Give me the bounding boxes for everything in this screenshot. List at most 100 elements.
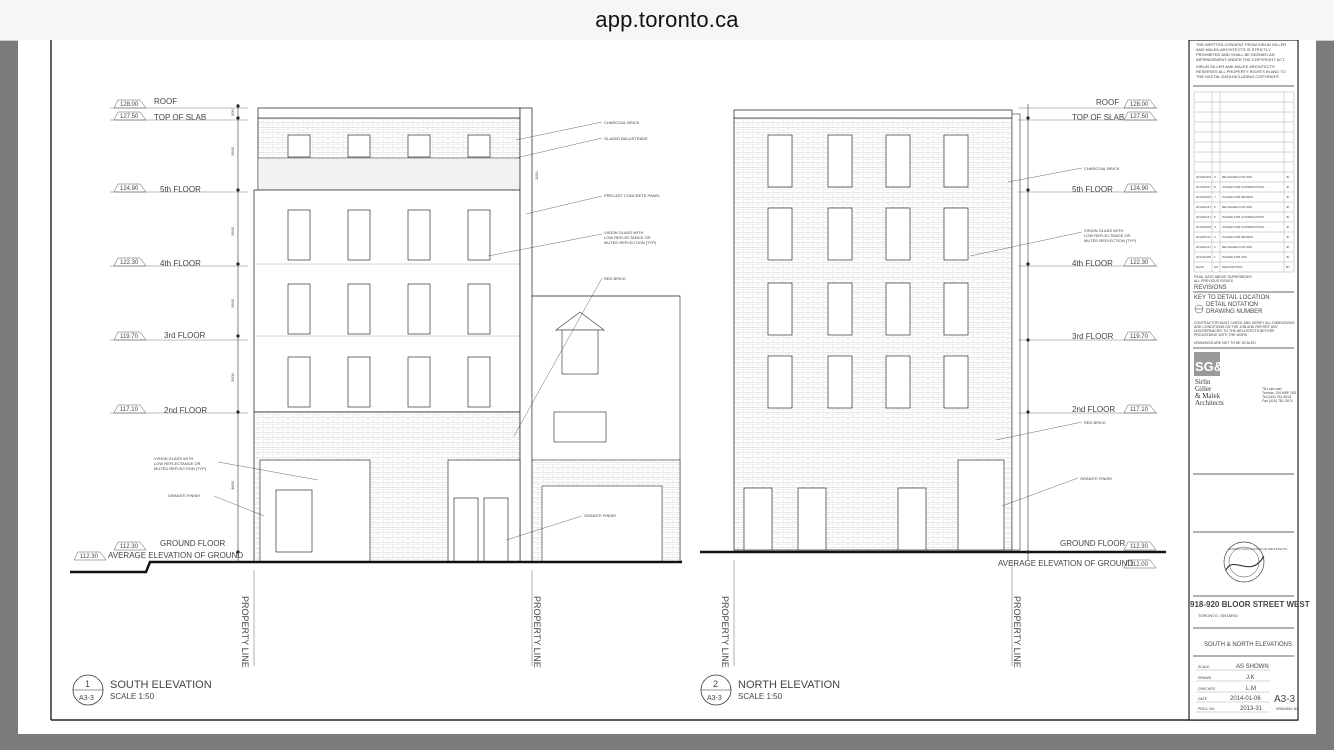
note-granite-finish: GRANITE FINISH xyxy=(1080,476,1112,481)
level-elev: 124.90 xyxy=(120,186,139,192)
level-label: 5th FLOOR xyxy=(160,185,201,194)
detail-notation: DETAIL NOTATION xyxy=(1206,302,1258,308)
note-charcoal-brick: CHARCOAL BRICK xyxy=(604,120,640,125)
note-vision-glass: MUTED REFLECTION (TYP) xyxy=(1084,238,1137,243)
level-elev: 117.10 xyxy=(1130,407,1149,413)
level-label: 4th FLOOR xyxy=(160,259,201,268)
level-elev: 112.30 xyxy=(1130,544,1149,550)
view-number: 1 xyxy=(85,679,90,689)
rev-date: 2014/01/27 xyxy=(1196,245,1211,249)
note-glazed-balustrade: GLAZED BALUSTRADE xyxy=(604,136,648,141)
project-name: 918-920 BLOOR STREET WEST xyxy=(1190,600,1310,609)
level-label: AVERAGE ELEVATION OF GROUND xyxy=(998,559,1133,568)
level-elev: 127.50 xyxy=(120,114,139,120)
level-elev: 128.00 xyxy=(1130,102,1149,108)
view-sheet: A3-3 xyxy=(79,695,94,702)
rev-date: 2014/02/27 xyxy=(1196,205,1211,209)
rev-by: JK xyxy=(1286,205,1290,209)
firm-address: Fax (416) 781-2674 xyxy=(1262,399,1293,403)
project-city: TORONTO, ONTARIO xyxy=(1198,613,1238,618)
rev-desc: RE-ISSUED FOR SPA xyxy=(1222,205,1252,209)
level-label: TOP OF SLAB xyxy=(1072,113,1124,122)
rev-desc: RE-ISSUED FOR SPA xyxy=(1222,245,1252,249)
rev-date: 2014/02/06 xyxy=(1196,225,1211,229)
firm-name: Architects xyxy=(1195,399,1224,407)
rev-desc: ISSUED FOR REVIEW xyxy=(1222,195,1253,199)
rev-date: 2014/01/06 xyxy=(1196,255,1211,259)
note-granite-finish: GRANITE FINISH xyxy=(584,513,616,518)
south-view-tag: 1 A3-3 SOUTH ELEVATION SCALE 1:50 xyxy=(72,674,212,706)
checked-value: L.M xyxy=(1246,686,1256,692)
copyright-line: INFRINGEMENT UNDER THE COPYRIGHT ACT. xyxy=(1196,57,1285,62)
rev-by: JK xyxy=(1286,215,1290,219)
proj-label: PROJ. NO xyxy=(1198,707,1215,711)
rev-desc: ISSUED FOR COORDINATION xyxy=(1222,215,1264,219)
date-label: DATE xyxy=(1198,697,1208,701)
level-elev: 112.30 xyxy=(80,554,99,560)
rev-by: JK xyxy=(1286,195,1290,199)
rev-desc: ISSUED FOR REVIEW xyxy=(1222,235,1253,239)
key-label: KEY TO DETAIL LOCATION xyxy=(1194,295,1270,301)
note-precast-panel: PRECAST CONCRETE PANEL xyxy=(604,193,661,198)
level-elev: 127.50 xyxy=(1130,114,1149,120)
note-vision-glass: MUTED REFLECTION (TYP) xyxy=(604,240,657,245)
revisions-label: REVISIONS xyxy=(1194,285,1227,291)
contractor-note: PROCEEDING WITH THE WORK. xyxy=(1194,333,1248,337)
note-charcoal-brick: CHARCOAL BRICK xyxy=(1084,166,1120,171)
rev-by: JK xyxy=(1286,225,1290,229)
elevation-drawing: PROPERTY LINE PROPERTY LINE 128.00 ROOF … xyxy=(50,40,1310,721)
level-label: ROOF xyxy=(154,97,177,106)
rev-date: 2014/04/03 xyxy=(1196,175,1211,179)
copyright-line: THE DIGITAL DATA INCLUDING COPYRIGHT. xyxy=(1196,74,1280,79)
level-label: AVERAGE ELEVATION OF GROUND xyxy=(108,551,243,560)
view-title: SOUTH ELEVATION xyxy=(110,679,212,691)
level-label: GROUND FLOOR xyxy=(160,539,226,548)
dimension: 2600 xyxy=(230,298,235,308)
rev-date: 2014/01/31 xyxy=(1196,235,1211,239)
rev-by: JK xyxy=(1286,245,1290,249)
dimension: 2600 xyxy=(230,146,235,156)
rev-desc: ISSUED FOR COORDINATION xyxy=(1222,225,1264,229)
note-granite-finish: GRANITE FINISH xyxy=(168,493,200,498)
view-scale: SCALE 1:50 xyxy=(110,692,155,701)
level-label: 4th FLOOR xyxy=(1072,259,1113,268)
logo-text: SG&M xyxy=(1195,359,1234,374)
rev-date: 2014/02/17 xyxy=(1196,215,1211,219)
note-red-brick: RED BRICK xyxy=(604,276,626,281)
scale-value: AS SHOWN xyxy=(1236,664,1269,670)
level-elev: 112.30 xyxy=(120,544,139,550)
dimension: 1100 xyxy=(534,171,539,180)
drawn-label: DRAWN xyxy=(1198,676,1212,680)
browser-address-bar[interactable]: app.toronto.ca xyxy=(0,0,1334,41)
drawing-sheet: PROPERTY LINE PROPERTY LINE 128.00 ROOF … xyxy=(18,40,1316,734)
note-vision-glass: MUTED REFLECTION (TYP) xyxy=(154,466,207,471)
level-label: 3rd FLOOR xyxy=(164,331,206,340)
sheet-title: SOUTH & NORTH ELEVATIONS xyxy=(1204,642,1292,648)
seal-text: ONTARIO ASSOCIATION OF ARCHITECTS xyxy=(1228,547,1287,551)
level-elev: 119.70 xyxy=(1130,334,1149,340)
rev-date: 2014/03/05 xyxy=(1196,195,1211,199)
rev-by: JK xyxy=(1286,175,1290,179)
property-line-label: PROPERTY LINE xyxy=(1012,596,1022,668)
date-value: 2014-01-06 xyxy=(1230,696,1261,702)
dimension: 4800 xyxy=(230,480,235,490)
level-elev: 128.00 xyxy=(120,102,139,108)
level-elev: 124.90 xyxy=(1130,186,1149,192)
north-elevation: PROPERTY LINE PROPERTY LINE 128.00 ROOF … xyxy=(700,98,1166,706)
rev-desc: ISSUED FOR COORDINATION xyxy=(1222,185,1264,189)
level-label: 5th FLOOR xyxy=(1072,185,1113,194)
rev-date: 2014/03/27 xyxy=(1196,185,1211,189)
view-sheet: A3-3 xyxy=(707,695,722,702)
view-title: NORTH ELEVATION xyxy=(738,679,840,691)
rev-by: JK xyxy=(1286,255,1290,259)
level-elev: 122.30 xyxy=(1130,260,1149,266)
rev-desc: ISSUED FOR SPA xyxy=(1222,255,1247,259)
rev-header: BY xyxy=(1286,265,1290,269)
view-scale: SCALE 1:50 xyxy=(738,692,783,701)
property-line-label: PROPERTY LINE xyxy=(720,596,730,668)
south-level-tags: 128.00 ROOF 127.50 TOP OF SLAB 124.90 5t… xyxy=(73,97,248,561)
scale-label: SCALE xyxy=(1198,665,1210,669)
url-text: app.toronto.ca xyxy=(595,7,739,32)
level-label: GROUND FLOOR xyxy=(1060,539,1126,548)
checked-label: CHECKED xyxy=(1198,687,1216,691)
